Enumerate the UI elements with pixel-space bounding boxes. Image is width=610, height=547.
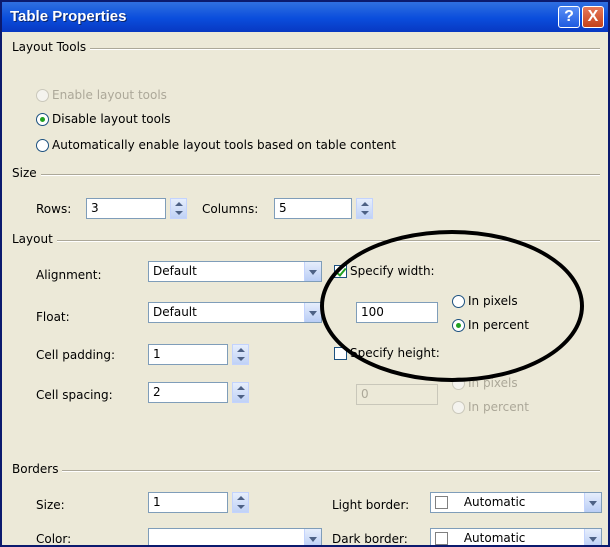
height-input[interactable]: 0 [356,384,438,405]
width-in-percent-label: In percent [468,318,529,332]
spin-up-icon [237,348,245,352]
chevron-down-icon[interactable] [304,303,321,322]
columns-label: Columns: [202,202,259,216]
layout-group-title: Layout [12,232,57,246]
specify-height-label: Specify height: [350,346,440,360]
cell-spacing-spinner[interactable] [232,382,249,403]
spin-up-icon [237,386,245,390]
borders-divider [12,470,600,472]
auto-layout-tools-radio[interactable]: Automatically enable layout tools based … [36,138,396,152]
specify-width-checkbox[interactable]: Specify width: [334,264,435,278]
height-in-pixels-label: In pixels [468,376,518,390]
width-input[interactable]: 100 [356,302,438,323]
layout-tools-divider [12,48,600,50]
spin-up-icon [361,202,369,206]
columns-input[interactable]: 5 [274,198,352,219]
cell-padding-label: Cell padding: [36,348,116,362]
specify-width-label: Specify width: [350,264,435,278]
title-bar[interactable]: Table Properties ? X [2,2,608,32]
radio-dot-selected [452,318,465,332]
width-in-pixels-label: In pixels [468,294,518,308]
help-icon: ? [564,8,574,25]
border-size-spinner[interactable] [232,492,249,513]
alignment-label: Alignment: [36,268,102,282]
dark-border-value: Automatic [463,531,526,545]
size-group-title: Size [12,166,41,180]
width-in-percent-radio[interactable]: In percent [452,318,529,332]
specify-height-checkbox[interactable]: Specify height: [334,346,440,360]
spin-down-icon [237,357,245,361]
spin-up-icon [237,496,245,500]
light-border-label: Light border: [332,498,410,512]
borders-group-title: Borders [12,462,63,476]
spin-up-icon [175,202,183,206]
width-in-pixels-radio[interactable]: In pixels [452,294,518,308]
radio-dot [452,400,465,414]
window-title: Table Properties [10,8,127,25]
chevron-down-icon[interactable] [584,493,601,512]
height-in-percent-radio[interactable]: In percent [452,400,529,414]
dark-border-label: Dark border: [332,532,408,546]
color-swatch [435,532,448,545]
enable-layout-tools-label: Enable layout tools [52,88,167,102]
radio-dot [36,88,49,102]
border-color-label: Color: [36,532,72,546]
height-in-percent-label: In percent [468,400,529,414]
cell-padding-spinner[interactable] [232,344,249,365]
float-label: Float: [36,310,70,324]
radio-dot [452,376,465,390]
border-size-input[interactable]: 1 [148,492,228,513]
rows-spinner[interactable] [170,198,187,219]
height-in-pixels-radio[interactable]: In pixels [452,376,518,390]
radio-dot [452,294,465,308]
layout-tools-group-title: Layout Tools [12,40,91,54]
size-divider [12,174,600,176]
chevron-down-icon[interactable] [304,262,321,281]
auto-layout-tools-label: Automatically enable layout tools based … [52,138,396,152]
table-properties-dialog: Table Properties ? X Layout Tools Enable… [0,0,610,547]
enable-layout-tools-radio[interactable]: Enable layout tools [36,88,167,102]
spin-down-icon [237,395,245,399]
close-icon: X [587,8,599,25]
spin-down-icon [361,211,369,215]
border-size-label: Size: [36,498,65,512]
radio-dot-selected [36,112,49,126]
dark-border-select[interactable]: Automatic [430,528,602,545]
alignment-select[interactable]: Default [148,261,322,282]
spin-down-icon [175,211,183,215]
checkmark-icon [334,264,347,278]
layout-divider [12,240,600,242]
checkbox-box [334,346,347,360]
rows-label: Rows: [36,202,72,216]
columns-spinner[interactable] [356,198,373,219]
light-border-select[interactable]: Automatic [430,492,602,513]
float-value: Default [153,305,197,319]
spin-down-icon [237,505,245,509]
light-border-value: Automatic [463,495,526,509]
radio-dot [36,138,49,152]
color-swatch [435,496,448,509]
cell-spacing-input[interactable]: 2 [148,382,228,403]
rows-input[interactable]: 3 [86,198,166,219]
disable-layout-tools-label: Disable layout tools [52,112,171,126]
chevron-down-icon[interactable] [304,529,321,545]
disable-layout-tools-radio[interactable]: Disable layout tools [36,112,171,126]
cell-spacing-label: Cell spacing: [36,388,113,402]
chevron-down-icon[interactable] [584,529,601,545]
alignment-value: Default [153,264,197,278]
float-select[interactable]: Default [148,302,322,323]
cell-padding-input[interactable]: 1 [148,344,228,365]
close-button[interactable]: X [582,6,604,28]
border-color-select[interactable] [148,528,322,545]
help-button[interactable]: ? [558,6,580,28]
